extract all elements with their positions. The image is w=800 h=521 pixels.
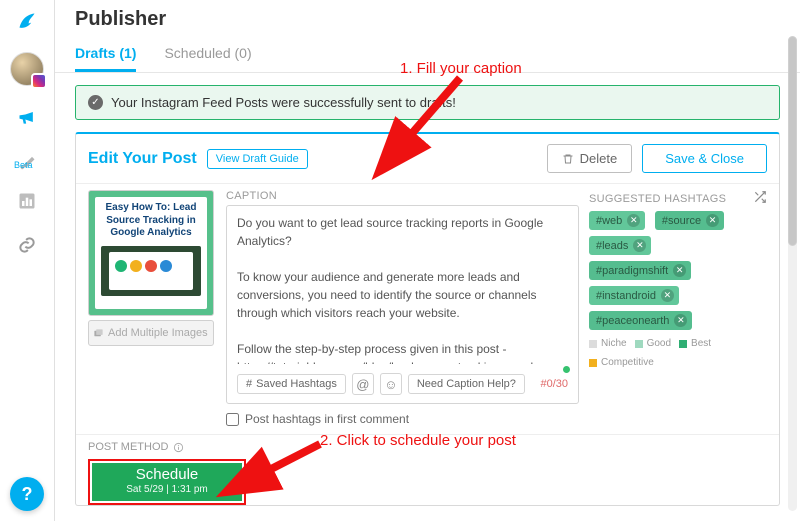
save-close-button[interactable]: Save & Close bbox=[642, 144, 767, 173]
hashtags-label: SUGGESTED HASHTAGS bbox=[589, 193, 726, 205]
account-avatar[interactable] bbox=[10, 52, 44, 86]
first-comment-label: Post hashtags in first comment bbox=[245, 412, 409, 426]
hashtag-chip[interactable]: #web✕ bbox=[589, 211, 645, 230]
schedule-button[interactable]: Schedule Sat 5/29 | 1:31 pm bbox=[92, 463, 242, 501]
schedule-time: Sat 5/29 | 1:31 pm bbox=[118, 484, 216, 495]
hashtag-chip[interactable]: #peaceonearth✕ bbox=[589, 311, 692, 330]
caption-column: CAPTION #Saved Hashtags @ ☺ Need Caption… bbox=[226, 190, 579, 404]
hashtag-counter: #0/30 bbox=[540, 378, 568, 390]
media-column: Easy How To: Lead Source Tracking in Goo… bbox=[88, 190, 216, 346]
emoji-button[interactable]: ☺ bbox=[380, 373, 402, 395]
caption-label: CAPTION bbox=[226, 190, 579, 202]
post-method-section: POST METHOD Schedule Sat 5/29 | 1:31 pm bbox=[76, 434, 779, 505]
caption-box: #Saved Hashtags @ ☺ Need Caption Help? #… bbox=[226, 205, 579, 404]
hashtag-list: #web✕ #source✕ #leads✕ #paradigmshift✕ #… bbox=[589, 211, 767, 336]
remove-icon[interactable]: ✕ bbox=[674, 314, 687, 327]
help-button[interactable]: ? bbox=[10, 477, 44, 511]
content: ✓ Your Instagram Feed Posts were success… bbox=[55, 73, 800, 518]
post-options: Post hashtags in first comment bbox=[76, 404, 779, 428]
caption-help-button[interactable]: Need Caption Help? bbox=[408, 374, 525, 394]
page-title: Publisher bbox=[75, 8, 780, 41]
hashtag-chip[interactable]: #instandroid✕ bbox=[589, 286, 679, 305]
remove-icon[interactable]: ✕ bbox=[627, 214, 640, 227]
logo-icon[interactable] bbox=[14, 8, 40, 34]
hashtag-legend: Niche Good Best Competitive bbox=[589, 338, 767, 368]
main-area: Publisher Drafts (1) Scheduled (0) ✓ You… bbox=[55, 0, 800, 521]
header: Publisher Drafts (1) Scheduled (0) bbox=[55, 0, 800, 73]
first-comment-checkbox[interactable] bbox=[226, 413, 239, 426]
check-icon: ✓ bbox=[88, 95, 103, 110]
tab-scheduled[interactable]: Scheduled (0) bbox=[164, 45, 251, 72]
mention-button[interactable]: @ bbox=[352, 373, 374, 395]
view-draft-guide-button[interactable]: View Draft Guide bbox=[207, 149, 308, 169]
saved-hashtags-button[interactable]: #Saved Hashtags bbox=[237, 374, 346, 394]
edit-post-panel: Edit Your Post View Draft Guide Delete S… bbox=[75, 132, 780, 506]
hashtag-chip[interactable]: #paradigmshift✕ bbox=[589, 261, 691, 280]
add-multiple-label: Add Multiple Images bbox=[108, 327, 208, 339]
delete-button[interactable]: Delete bbox=[547, 144, 633, 173]
megaphone-icon[interactable] bbox=[14, 104, 40, 130]
info-icon[interactable] bbox=[173, 442, 184, 453]
remove-icon[interactable]: ✕ bbox=[673, 264, 686, 277]
schedule-label: Schedule bbox=[118, 467, 216, 484]
shuffle-icon[interactable] bbox=[753, 190, 767, 207]
scrollbar[interactable] bbox=[787, 0, 797, 521]
tabs: Drafts (1) Scheduled (0) bbox=[75, 45, 780, 72]
grammar-status-icon bbox=[563, 366, 570, 373]
link-icon[interactable] bbox=[14, 232, 40, 258]
caption-textarea[interactable] bbox=[237, 214, 568, 364]
schedule-highlight: Schedule Sat 5/29 | 1:31 pm bbox=[88, 459, 246, 505]
hashtag-chip[interactable]: #leads✕ bbox=[589, 236, 651, 255]
remove-icon[interactable]: ✕ bbox=[633, 239, 646, 252]
remove-icon[interactable]: ✕ bbox=[706, 214, 719, 227]
hashtag-chip[interactable]: #source✕ bbox=[655, 211, 724, 230]
panel-header: Edit Your Post View Draft Guide Delete S… bbox=[76, 134, 779, 183]
analytics-icon[interactable] bbox=[14, 188, 40, 214]
tab-drafts[interactable]: Drafts (1) bbox=[75, 45, 136, 72]
left-sidebar: Beta bbox=[0, 0, 55, 521]
instagram-badge-icon bbox=[31, 73, 47, 89]
post-thumbnail[interactable]: Easy How To: Lead Source Tracking in Goo… bbox=[88, 190, 214, 316]
add-multiple-images-button[interactable]: Add Multiple Images bbox=[88, 320, 214, 346]
post-method-label: POST METHOD bbox=[88, 441, 168, 453]
thumbnail-title: Easy How To: Lead Source Tracking in Goo… bbox=[101, 202, 201, 240]
alert-text: Your Instagram Feed Posts were successfu… bbox=[111, 95, 456, 110]
remove-icon[interactable]: ✕ bbox=[661, 289, 674, 302]
success-alert: ✓ Your Instagram Feed Posts were success… bbox=[75, 85, 780, 120]
panel-title: Edit Your Post bbox=[88, 150, 197, 168]
hashtags-column: SUGGESTED HASHTAGS #web✕ #source✕ #leads… bbox=[589, 190, 767, 368]
delete-label: Delete bbox=[580, 151, 618, 166]
